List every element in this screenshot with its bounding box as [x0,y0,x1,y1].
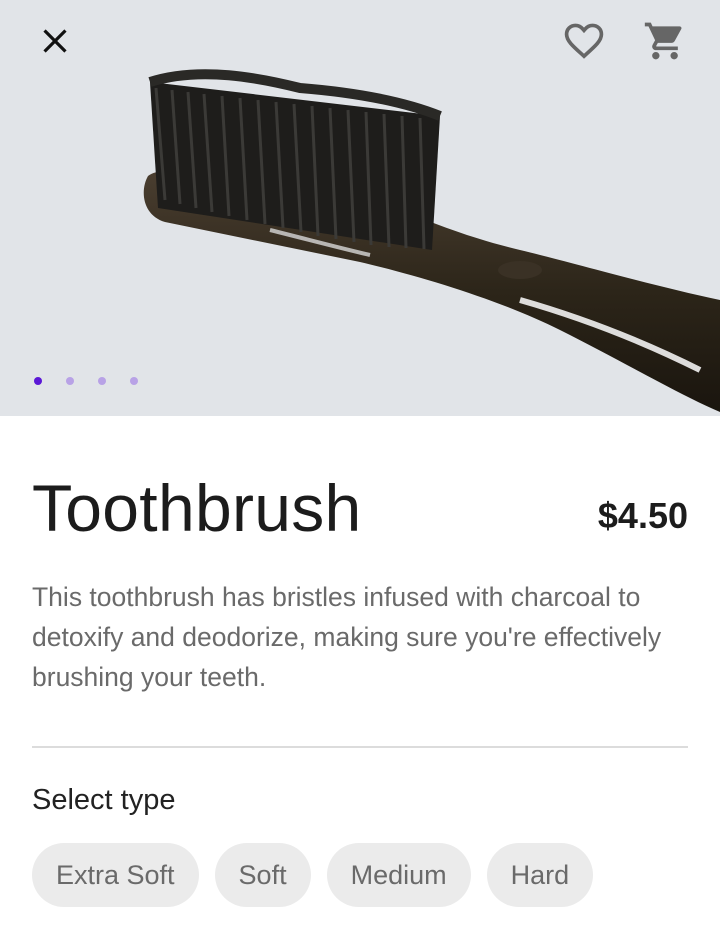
product-image-carousel[interactable] [0,0,720,416]
shopping-cart-icon [644,22,682,60]
close-button[interactable] [27,13,83,69]
heart-outline-icon [564,23,604,59]
divider [32,746,688,748]
favorite-button[interactable] [556,13,612,69]
type-chip-medium[interactable]: Medium [326,843,471,907]
product-price: $4.50 [597,495,688,536]
type-chip-group: Extra Soft Soft Medium Hard [32,843,594,907]
cart-button[interactable] [637,13,693,69]
carousel-dot[interactable] [130,377,138,385]
close-icon [43,29,67,53]
type-chip-extra-soft[interactable]: Extra Soft [32,843,199,907]
type-chip-hard[interactable]: Hard [486,843,594,907]
toothbrush-image [143,69,720,412]
carousel-dot-active[interactable] [34,377,42,385]
product-description: This toothbrush has bristles infused wit… [32,582,662,692]
type-chip-soft[interactable]: Soft [214,843,311,907]
carousel-dot[interactable] [98,377,106,385]
product-title: Toothbrush [32,471,362,545]
carousel-indicator [34,375,138,387]
select-type-label: Select type [32,784,176,816]
carousel-dot[interactable] [66,377,74,385]
